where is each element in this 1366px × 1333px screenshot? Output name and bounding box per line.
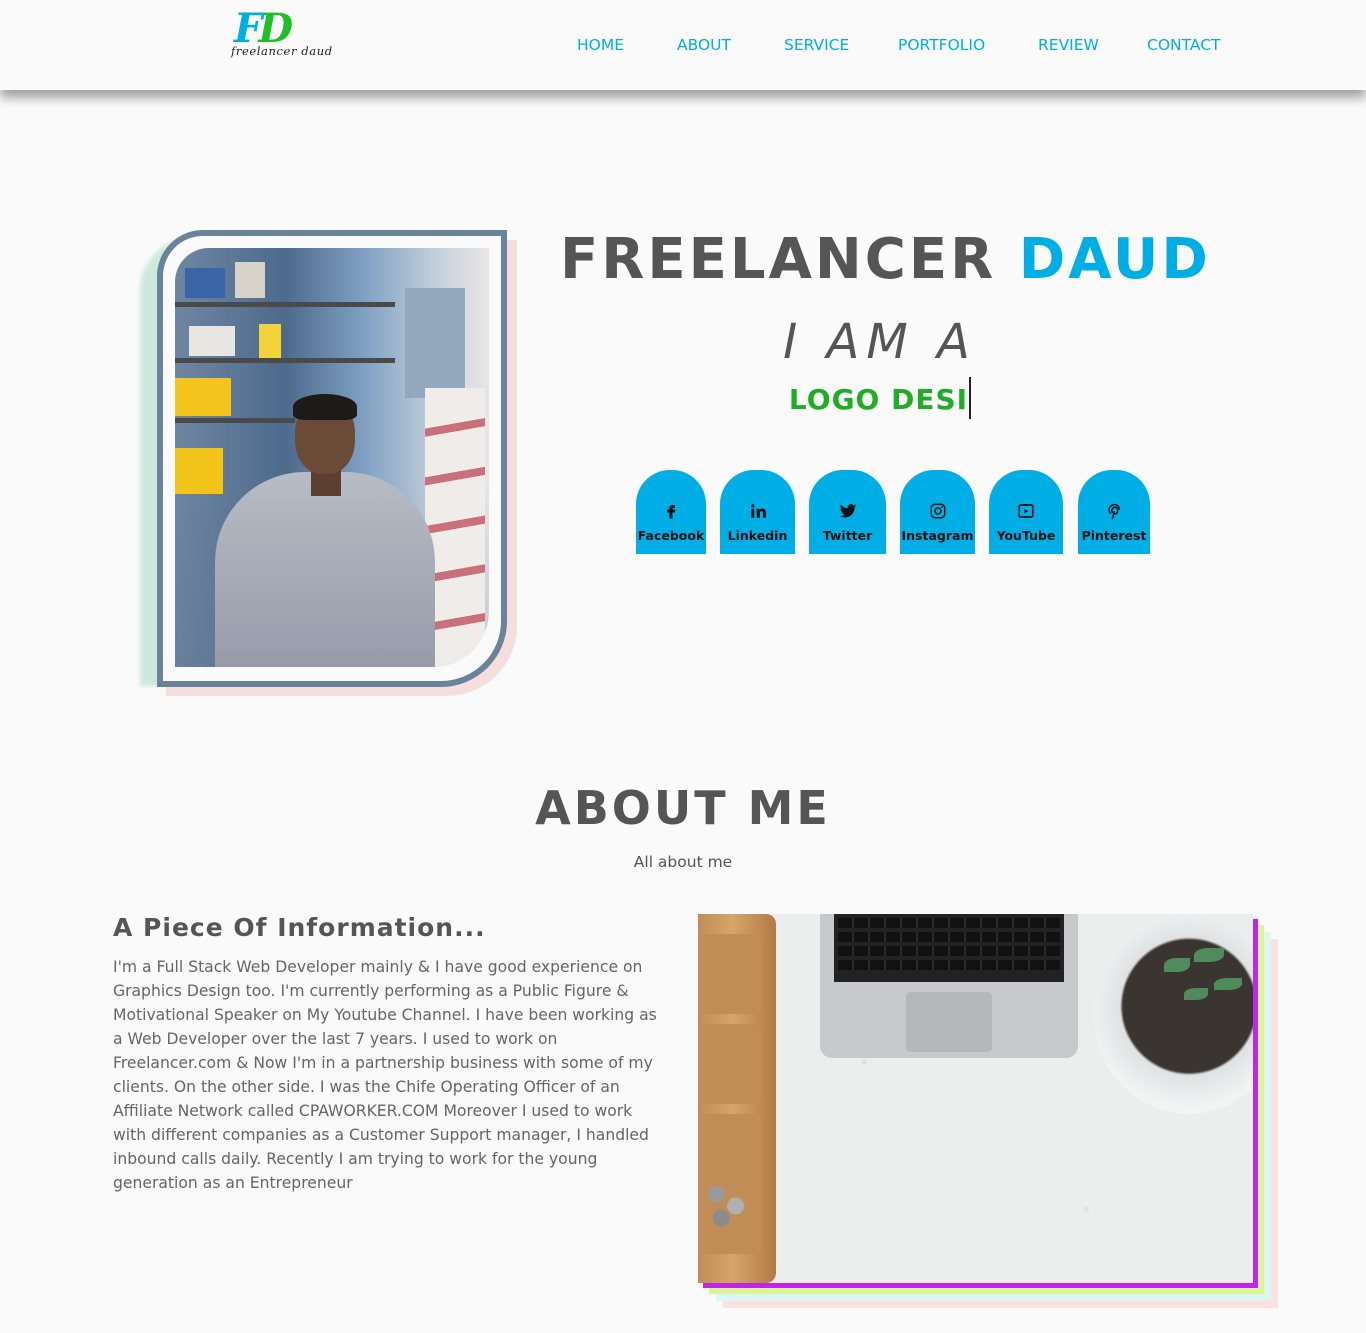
hero-title: FREELANCER DAUD <box>560 227 1211 292</box>
info-body: I'm a Full Stack Web Developer mainly & … <box>113 958 657 1192</box>
youtube-button[interactable]: YouTube <box>989 470 1063 554</box>
laptop-keyboard <box>834 914 1064 982</box>
facebook-button[interactable]: Facebook <box>636 470 706 554</box>
photo-shelf <box>175 302 395 307</box>
nav-about[interactable]: ABOUT <box>677 35 731 55</box>
typing-caret <box>969 377 972 419</box>
main-nav: HOME ABOUT SERVICE PORTFOLIO REVIEW CONT… <box>0 35 1366 55</box>
navbar: FD freelancer daud HOME ABOUT SERVICE PO… <box>0 0 1366 90</box>
nav-review[interactable]: REVIEW <box>1038 35 1099 55</box>
tray-slot <box>698 934 762 1014</box>
nav-home[interactable]: HOME <box>577 35 624 55</box>
photo-shelf <box>175 358 395 363</box>
photo-shelf <box>175 418 295 423</box>
linkedin-icon <box>750 504 766 518</box>
nav-portfolio[interactable]: PORTFOLIO <box>898 35 985 55</box>
twitter-button[interactable]: Twitter <box>809 470 886 554</box>
key-row <box>838 960 1060 970</box>
typed-role: LOGO DESI <box>560 377 1200 422</box>
profile-photo-frame <box>140 228 520 698</box>
key-row <box>838 932 1060 942</box>
about-title: ABOUT ME <box>535 781 831 835</box>
plant-leaf <box>1164 958 1190 972</box>
person-body <box>215 472 435 667</box>
key-row <box>838 918 1060 928</box>
photo-item <box>259 324 281 358</box>
about-image-stack <box>698 914 1280 1310</box>
twitter-icon <box>839 504 856 518</box>
instagram-button[interactable]: Instagram <box>900 470 975 554</box>
facebook-icon <box>667 505 676 519</box>
linkedin-button[interactable]: Linkedin <box>720 470 795 554</box>
photo-item <box>405 288 465 398</box>
photo-item <box>175 448 223 494</box>
coins <box>702 1170 750 1230</box>
nav-contact[interactable]: CONTACT <box>1147 35 1221 55</box>
instagram-icon <box>930 503 945 519</box>
nav-service[interactable]: SERVICE <box>784 35 849 55</box>
about-subtitle: All about me <box>633 853 733 871</box>
photo-item <box>189 326 235 356</box>
photo-item <box>235 262 265 298</box>
profile-photo <box>175 248 489 667</box>
tray-slot <box>698 1024 762 1104</box>
plant-leaf <box>1214 978 1242 990</box>
youtube-icon <box>1018 504 1034 518</box>
plant-leaf <box>1194 948 1224 962</box>
info-heading: A Piece Of Information... <box>113 913 486 942</box>
laptop-trackpad <box>906 992 992 1052</box>
plant-leaf <box>1184 988 1208 1000</box>
plant-bowl <box>1094 918 1253 1114</box>
pinterest-icon <box>1108 503 1120 520</box>
person-hair <box>293 394 357 420</box>
key-row <box>838 946 1060 956</box>
photo-item <box>175 378 231 416</box>
photo-border <box>157 230 507 687</box>
photo-item <box>185 268 225 298</box>
pinterest-button[interactable]: Pinterest <box>1078 470 1150 554</box>
about-image <box>698 914 1253 1283</box>
hero-intro: I AM A <box>783 314 977 370</box>
laptop <box>820 914 1078 1058</box>
